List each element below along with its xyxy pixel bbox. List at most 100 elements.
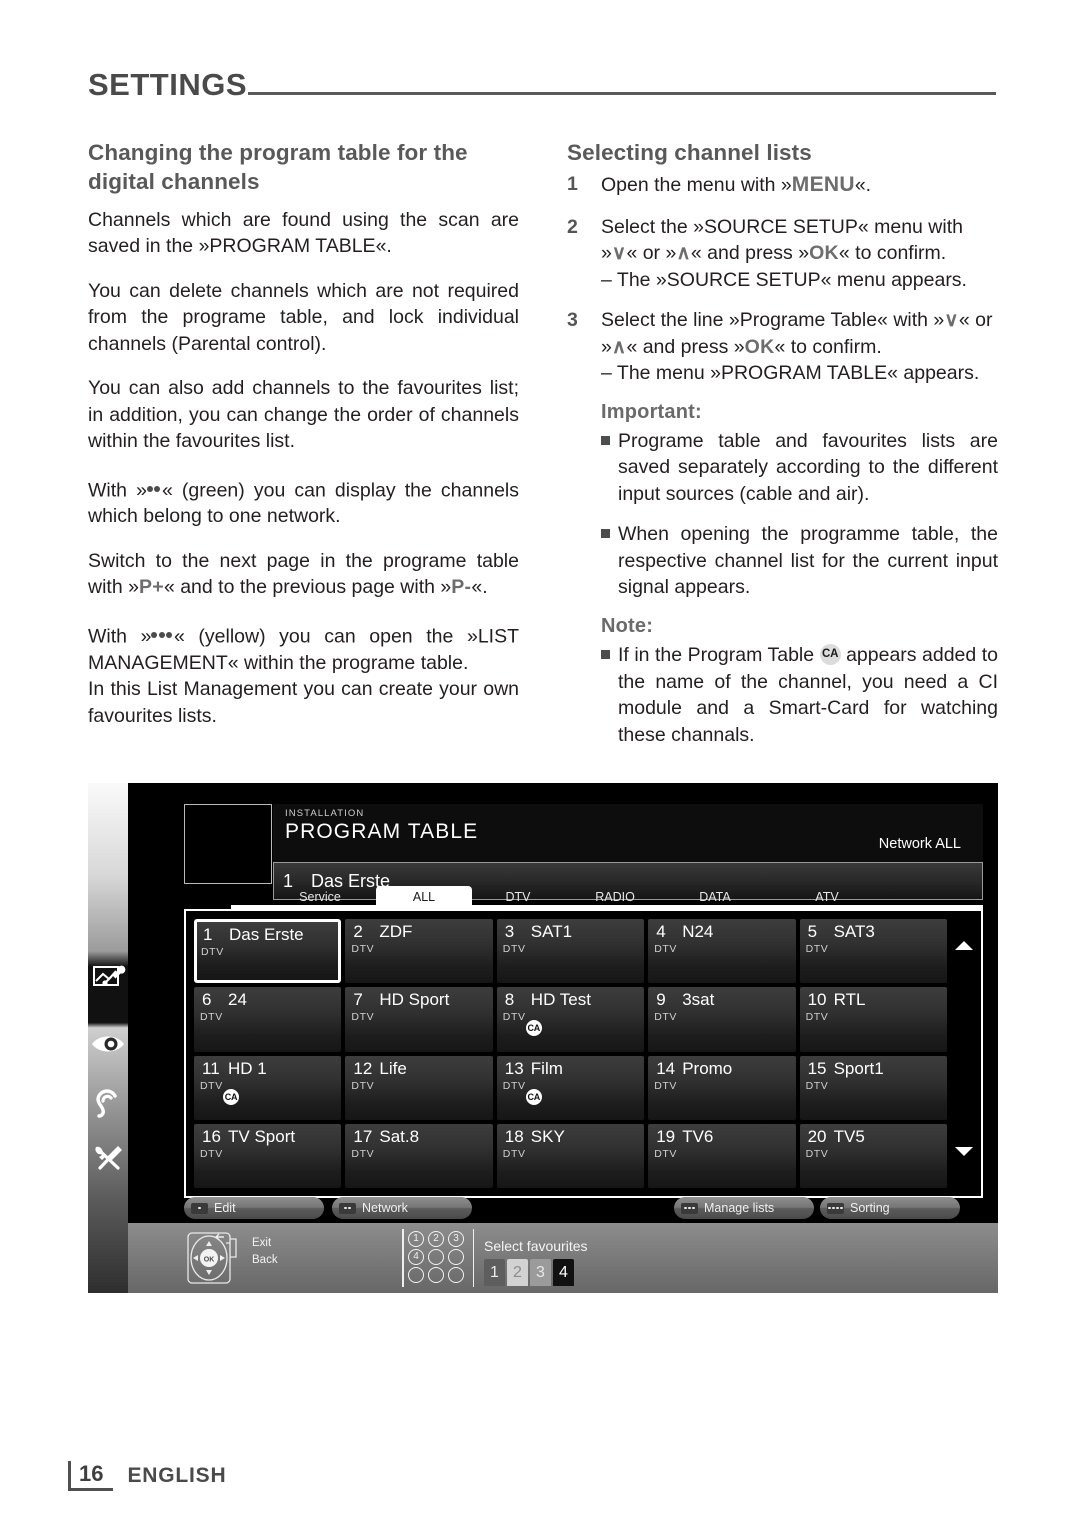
scroll-down-icon[interactable] [955, 1147, 973, 1156]
numpad-key[interactable] [428, 1267, 444, 1283]
channel-name: SKY [530, 1126, 565, 1146]
channel-name: HD Test [530, 990, 591, 1010]
favourite-list-4[interactable]: 4 [553, 1259, 574, 1286]
channel-cell[interactable]: 13 Film DTV CA [496, 1055, 645, 1120]
channel-number: 8 [504, 990, 515, 1010]
step-1: 1 Open the menu with »MENU«. [567, 171, 998, 200]
note-label: Note: [601, 614, 654, 637]
channel-cell[interactable]: 20 TV5 DTV [799, 1123, 947, 1188]
channel-cell[interactable]: 12 Life DTV [345, 1055, 493, 1120]
channel-header: 18 SKY [505, 1127, 565, 1147]
edit-button-label: Edit [214, 1201, 236, 1215]
key-menu: MENU [791, 173, 855, 197]
important-bullet-2: When opening the programme table, the re… [601, 521, 998, 601]
edit-button[interactable]: Edit [184, 1197, 324, 1219]
yellow-key-icon [681, 1202, 698, 1214]
channel-cell[interactable]: 3 SAT1 DTV [496, 919, 645, 984]
channel-cell[interactable]: 2 ZDF DTV [345, 919, 493, 984]
channel-cell[interactable]: 18 SKY DTV [496, 1123, 645, 1188]
grid-scroll-controls[interactable] [951, 919, 977, 1188]
numpad-key[interactable] [408, 1267, 424, 1283]
channel-cell[interactable]: 7 HD Sport DTV [345, 987, 493, 1052]
channel-name: Film [530, 1058, 563, 1078]
numpad-keys: 1 2 3 4 [408, 1231, 468, 1285]
page-footer: 16 ENGLISH [68, 1461, 226, 1492]
numpad-key[interactable]: 1 [408, 1231, 424, 1247]
channel-header: 12 Life [353, 1059, 406, 1079]
network-button[interactable]: Network [332, 1197, 472, 1219]
channel-cell[interactable]: 1 Das Erste DTV [194, 919, 342, 984]
channel-name: 24 [228, 990, 247, 1010]
channel-name: SAT3 [833, 922, 875, 941]
favourite-list-3[interactable]: 3 [530, 1259, 551, 1286]
channel-cell[interactable]: 17 Sat.8 DTV [345, 1123, 493, 1188]
osd-eyebrow: INSTALLATION [285, 808, 365, 819]
step-1-number: 1 [567, 173, 578, 196]
channel-cell[interactable]: 4 N24 DTV [648, 919, 796, 984]
channel-type: DTV [200, 1079, 223, 1092]
favourite-list-1[interactable]: 1 [484, 1259, 505, 1286]
channel-cell[interactable]: 14 Promo DTV [648, 1055, 796, 1120]
step-2-text: Select the »SOURCE SETUP« menu with »∨« … [601, 214, 998, 294]
channel-type: DTV [502, 943, 526, 955]
channel-type: DTV [351, 1079, 375, 1092]
channel-type: DTV [201, 946, 224, 958]
channel-cell[interactable]: 10 RTL DTV [799, 987, 947, 1052]
channel-number: 16 [202, 1126, 221, 1146]
channel-name: Das Erste [229, 925, 304, 944]
svg-text:OK: OK [204, 1257, 215, 1264]
picture-icon[interactable] [90, 1026, 126, 1062]
step-3-number: 3 [567, 309, 578, 332]
paragraph-3: You can also add channels to the favouri… [88, 377, 519, 453]
tv-osd: INSTALLATION PROGRAM TABLE Network ALL 1… [128, 783, 998, 1293]
key-p-minus: P- [451, 576, 472, 599]
channel-cell[interactable]: 11 HD 1 DTV CA [194, 1055, 342, 1120]
numpad-key[interactable] [448, 1267, 464, 1283]
osd-helper-strip: OK Exit Back 1 2 3 4 Select favourites 1… [128, 1223, 998, 1293]
channel-name: Sat.8 [379, 1126, 420, 1146]
numpad-key[interactable]: 3 [448, 1231, 464, 1247]
channel-cell[interactable]: 15 Sport1 DTV [799, 1055, 947, 1120]
important-bullet-1: Programe table and favourites lists are … [601, 428, 998, 508]
channel-type: DTV [654, 1011, 677, 1024]
favourite-list-2[interactable]: 2 [507, 1259, 528, 1286]
step-3-pre: Select the line »Programe Table« with » [601, 309, 945, 332]
numpad-key[interactable]: 2 [428, 1231, 444, 1247]
tools-icon[interactable] [90, 1140, 126, 1176]
channel-cell[interactable]: 19 TV6 DTV [648, 1123, 796, 1188]
channel-header: 19 TV6 [656, 1127, 713, 1147]
sound-icon[interactable] [90, 1084, 126, 1120]
numpad-key[interactable] [428, 1249, 444, 1265]
key-up-arrow-2: ∧ [611, 335, 627, 358]
step-3-mid2: « and press » [626, 335, 745, 358]
channel-cell[interactable]: 8 HD Test DTV CA [496, 987, 645, 1052]
manage-lists-button[interactable]: Manage lists [674, 1197, 814, 1219]
channel-cell[interactable]: 5 SAT3 DTV [799, 919, 947, 984]
preview-thumbnail [184, 804, 272, 884]
channel-number: 1 [203, 925, 213, 944]
step-2-mid: « or » [626, 242, 677, 265]
channel-header: 17 Sat.8 [353, 1127, 419, 1147]
sorting-button[interactable]: Sorting [820, 1197, 960, 1219]
step-3-post: « to confirm. [774, 335, 882, 358]
green-pre: With » [88, 478, 147, 501]
page-header: SETTINGS [88, 52, 996, 100]
important-bullet-1-text: Programe table and favourites lists are … [618, 429, 998, 505]
channel-name: TV Sport [228, 1126, 296, 1146]
numpad-key[interactable] [448, 1249, 464, 1265]
installation-icon[interactable] [90, 959, 126, 995]
scroll-up-icon[interactable] [955, 941, 973, 950]
osd-header: INSTALLATION PROGRAM TABLE Network ALL 1… [184, 804, 983, 900]
important-bullet-2-text: When opening the programme table, the re… [618, 523, 998, 599]
paragraph-list-management: In this List Management you can create y… [88, 678, 519, 727]
channel-cell[interactable]: 16 TV Sport DTV [194, 1123, 342, 1188]
tv-sidebar-icons [88, 783, 128, 1293]
channel-cell[interactable]: 6 24 DTV [194, 987, 342, 1052]
numpad-key[interactable]: 4 [408, 1249, 424, 1265]
left-heading: Changing the program table for the digit… [88, 140, 468, 195]
exit-label: Exit [252, 1237, 272, 1249]
channel-cell[interactable]: 9 3sat DTV [648, 987, 796, 1052]
channel-name: Sport1 [833, 1058, 884, 1078]
osd-title-bar: INSTALLATION PROGRAM TABLE Network ALL [273, 804, 983, 862]
step-2-number: 2 [567, 215, 578, 238]
